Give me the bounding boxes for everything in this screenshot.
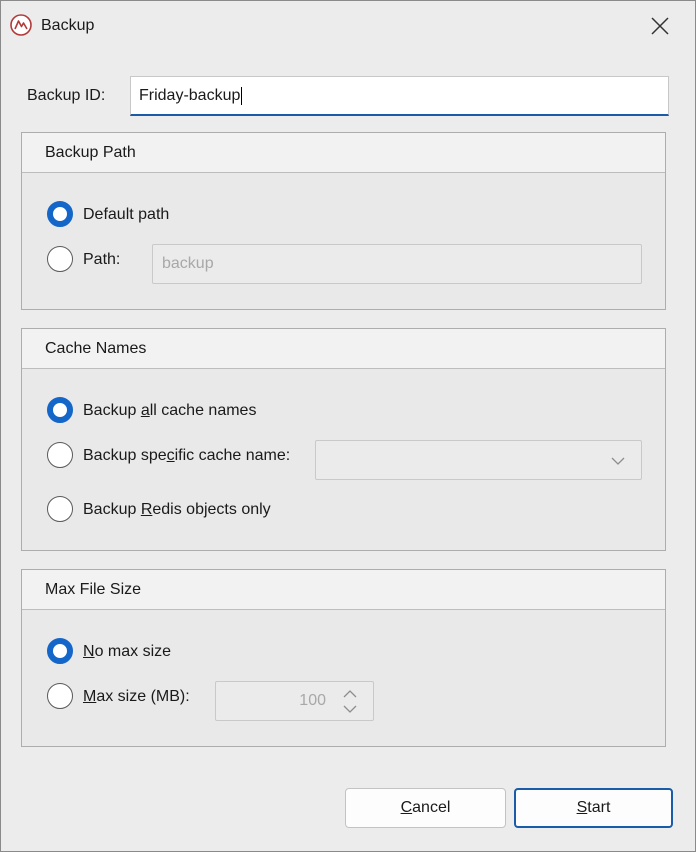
custom-path-radio[interactable] (47, 246, 73, 272)
close-button[interactable] (643, 11, 677, 41)
backup-dialog: Backup Backup ID: Friday-backup Backup P… (0, 0, 696, 852)
no-max-size-label: No max size (83, 643, 172, 660)
default-path-radio[interactable] (47, 201, 73, 227)
custom-path-label: Path: (83, 251, 121, 268)
cache-name-dropdown[interactable] (315, 440, 642, 480)
app-logo-icon (10, 14, 32, 36)
max-size-label: Max size (MB): (83, 688, 190, 705)
window-title: Backup (41, 17, 95, 34)
backup-id-label: Backup ID: (27, 87, 106, 104)
title-bar: Backup (1, 1, 695, 51)
specific-cache-label: Backup specific cache name: (83, 447, 291, 464)
no-max-size-radio[interactable] (47, 638, 73, 664)
redis-only-radio[interactable] (47, 496, 73, 522)
chevron-up-icon[interactable] (343, 689, 357, 699)
path-input[interactable]: backup (152, 244, 642, 284)
max-file-size-header: Max File Size (22, 570, 665, 610)
default-path-label: Default path (83, 206, 170, 223)
cancel-button[interactable]: Cancel (345, 788, 506, 828)
max-size-stepper[interactable]: 100 (215, 681, 374, 721)
max-size-value: 100 (299, 692, 326, 709)
all-cache-radio[interactable] (47, 397, 73, 423)
backup-path-header: Backup Path (22, 133, 665, 173)
max-size-radio[interactable] (47, 683, 73, 709)
redis-only-label: Backup Redis objects only (83, 501, 271, 518)
path-placeholder: backup (162, 255, 214, 272)
chevron-down-icon[interactable] (343, 704, 357, 714)
cache-names-header: Cache Names (22, 329, 665, 369)
start-button[interactable]: Start (514, 788, 673, 828)
chevron-down-icon (611, 457, 625, 465)
text-caret (241, 86, 243, 105)
close-icon (651, 17, 669, 35)
specific-cache-radio[interactable] (47, 442, 73, 468)
backup-id-input[interactable]: Friday-backup (130, 76, 669, 116)
all-cache-label: Backup all cache names (83, 402, 257, 419)
backup-id-value: Friday-backup (139, 86, 241, 104)
